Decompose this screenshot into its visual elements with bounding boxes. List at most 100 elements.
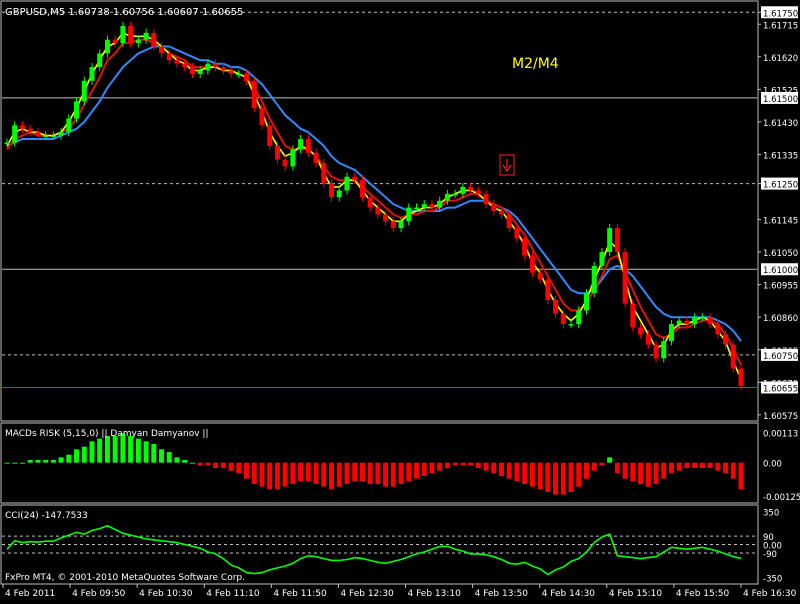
chart-canvas[interactable]: GBPUSD,M5 1.60738 1.60756 1.60607 1.6065… [0,0,800,600]
macd-bar [676,462,682,471]
annotation-label: M2/M4 [512,56,559,72]
macd-bar [182,460,188,463]
candle-body [329,183,335,198]
y-tick-label: 1.61715 [763,21,798,31]
chart-header: GBPUSD,M5 1.60738 1.60756 1.60607 1.6065… [5,7,243,18]
candle-body [375,207,381,215]
candle-body [475,190,481,194]
cci-tick-label: -350 [763,574,782,584]
candle-body [491,204,497,211]
candle-body [213,63,219,68]
candle-body [274,145,280,160]
macd-bar [537,462,543,490]
candle-body [506,214,512,229]
macd-bar [174,457,180,463]
candle-body [259,108,265,126]
macd-bar [468,462,474,466]
macd-bar [352,462,358,482]
macd-bar [66,454,72,463]
candle-body [27,128,33,133]
candle-body [583,293,589,311]
candle-body [313,152,319,164]
candle-body [305,139,311,153]
macd-bar [529,462,535,487]
y-tick-label: 1.61050 [763,249,798,259]
x-tick-label: 4 Feb 16:30 [743,589,797,599]
macd-bar [259,462,265,487]
background [0,0,800,600]
candle-body [668,324,674,342]
candle-body [344,176,350,191]
macd-bar [205,462,211,466]
candle-body [197,70,203,74]
macd-bar [220,462,226,468]
candle-body [66,118,72,133]
macd-bar [684,462,690,468]
macd-bar [197,462,203,466]
candle-body [545,279,551,301]
macd-bar [329,462,335,490]
macd-bar [553,462,559,495]
macd-bar [313,462,319,484]
macd-bar [4,462,10,464]
macd-bar [406,462,412,482]
macd-bar [89,441,95,463]
candle-body [645,334,651,345]
candle-body [298,139,304,150]
candle-body [151,32,157,47]
macd-bar [267,462,273,490]
macd-bar [723,462,729,474]
level-tag-label: 1.61500 [763,95,798,105]
candle-body [653,344,659,359]
x-tick-label: 4 Feb 14:30 [542,589,596,599]
macd-bar [483,462,489,471]
candle-body [383,214,389,222]
macd-bar [112,436,118,463]
macd-bar [27,460,33,463]
macd-bar [568,462,574,492]
macd-bar [699,462,705,468]
candle-body [429,204,435,208]
macd-bar [413,462,419,479]
candle-body [4,142,10,144]
level-tag-label: 1.61000 [763,266,798,276]
macd-bar [50,460,56,463]
level-tag-label: 1.61250 [763,181,798,191]
candle-body [738,368,744,386]
candle-body [359,180,365,198]
macd-bar [43,460,49,463]
macd-bar [452,462,458,466]
x-tick-label: 4 Feb 10:30 [139,589,193,599]
macd-bar [166,452,172,463]
x-tick-label: 4 Feb 11:10 [206,589,260,599]
macd-bar [151,444,157,463]
y-tick-label: 1.61620 [763,54,798,64]
chart-window[interactable]: GBPUSD,M5 1.60738 1.60756 1.60607 1.6065… [0,0,800,600]
macd-bar [591,462,597,471]
y-tick-label: 1.60575 [763,412,798,422]
macd-bar [715,462,721,471]
macd-bar [692,462,698,468]
x-tick-label: 4 Feb 11:50 [273,589,327,599]
x-tick-label: 4 Feb 15:50 [676,589,730,599]
x-tick-label: 4 Feb 15:10 [609,589,663,599]
candle-body [676,320,682,325]
y-tick-label: 1.61335 [763,151,798,161]
macd-bar [344,462,350,484]
macd-bar [135,438,141,463]
candle-body [74,101,80,119]
candle-body [367,197,373,208]
macd-bar [738,462,744,490]
candle-body [336,190,342,198]
macd-bar [213,462,219,468]
candle-body [437,200,443,208]
candle-body [58,132,64,136]
macd-bar [630,462,636,482]
macd-bar [244,462,250,479]
macd-bar [282,462,288,487]
candle-body [81,80,87,102]
candle-body [591,265,597,294]
candle-body [89,67,95,81]
macd-bar [475,462,481,468]
macd-bar [429,462,435,474]
